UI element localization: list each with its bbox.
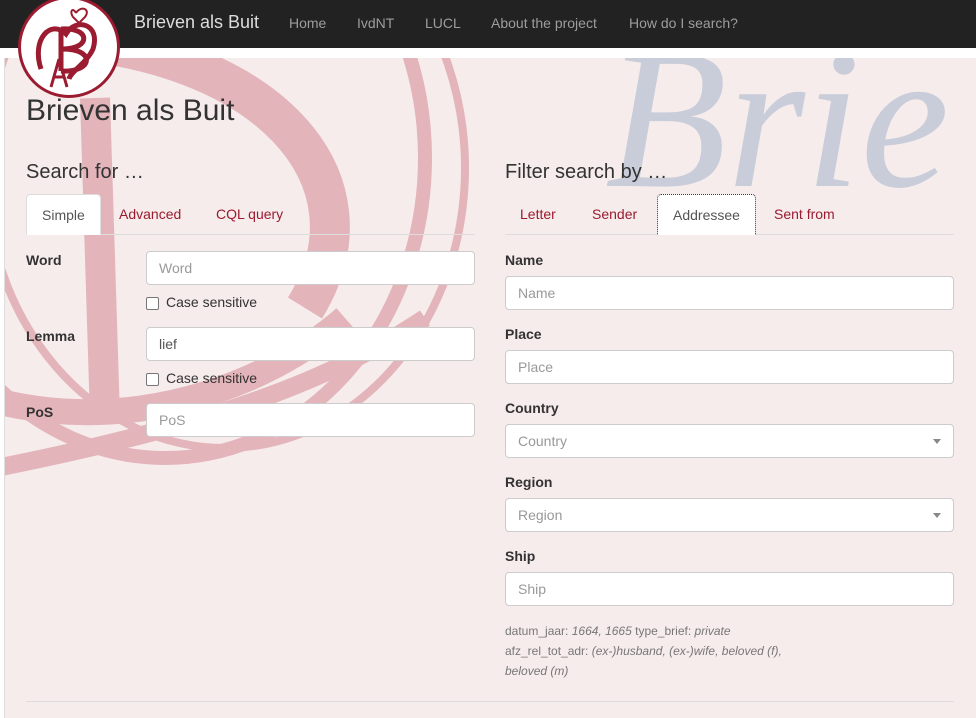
active-filter-summary: datum_jaar: 1664, 1665 type_brief: priva…: [505, 621, 805, 681]
word-case-label: Case sensitive: [166, 294, 258, 310]
country-label: Country: [505, 400, 559, 416]
logo-monogram-icon: [35, 7, 98, 88]
region-label: Region: [505, 474, 553, 490]
nav-lucl[interactable]: LUCL: [425, 15, 461, 31]
filter-heading: Filter search by …: [505, 161, 668, 183]
word-input[interactable]: [146, 251, 475, 285]
top-navbar: Brieven als Buit Home IvdNT LUCL About t…: [0, 0, 976, 48]
nav-ivdnt[interactable]: IvdNT: [357, 15, 394, 31]
place-input[interactable]: [505, 350, 954, 384]
page-title: Brieven als Buit: [26, 94, 235, 127]
checkbox-box[interactable]: [146, 372, 159, 386]
region-select[interactable]: Region: [505, 498, 954, 532]
summary-key-year: datum_jaar:: [505, 624, 569, 638]
region-placeholder: Region: [518, 507, 563, 523]
search-heading: Search for …: [26, 161, 144, 183]
pos-input[interactable]: [146, 403, 475, 437]
brand-link[interactable]: Brieven als Buit: [134, 12, 259, 33]
tab-letter[interactable]: Letter: [505, 194, 571, 235]
tab-advanced[interactable]: Advanced: [104, 194, 196, 235]
tab-simple[interactable]: Simple: [26, 194, 101, 235]
word-label: Word: [26, 252, 62, 268]
lemma-case-label: Case sensitive: [166, 370, 258, 386]
tab-sender[interactable]: Sender: [577, 194, 652, 235]
pos-label: PoS: [26, 404, 54, 420]
name-label: Name: [505, 252, 544, 268]
page-panel: Brie Brieven als Buit Search for … Simpl…: [4, 58, 976, 718]
search-tabs: Simple Advanced CQL query: [26, 194, 475, 235]
country-select[interactable]: Country: [505, 424, 954, 458]
lemma-input[interactable]: [146, 327, 475, 361]
summary-key-type: type_brief:: [635, 624, 692, 638]
chevron-down-icon: [933, 439, 941, 444]
tab-addressee[interactable]: Addressee: [657, 194, 756, 235]
nav-about[interactable]: About the project: [491, 15, 597, 31]
checkbox-box[interactable]: [146, 296, 159, 310]
nav-how-to-search[interactable]: How do I search?: [629, 15, 738, 31]
place-label: Place: [505, 326, 542, 342]
word-case-checkbox[interactable]: Case sensitive: [146, 294, 257, 310]
summary-value-year: 1664, 1665: [571, 624, 632, 638]
summary-key-relation: afz_rel_tot_adr:: [505, 644, 589, 658]
summary-value-type: private: [694, 624, 731, 638]
tab-cql-query[interactable]: CQL query: [201, 194, 298, 235]
tab-sent-from[interactable]: Sent from: [759, 194, 850, 235]
summary-value-relation-cont: beloved (m): [505, 664, 569, 678]
country-placeholder: Country: [518, 433, 568, 449]
divider: [26, 701, 954, 702]
summary-value-relation: (ex-)husband, (ex-)wife, beloved (f),: [591, 644, 782, 658]
name-input[interactable]: [505, 276, 954, 310]
nav-home[interactable]: Home: [289, 15, 326, 31]
logo[interactable]: [18, 0, 120, 98]
lemma-case-checkbox[interactable]: Case sensitive: [146, 370, 257, 386]
ship-input[interactable]: [505, 572, 954, 606]
ship-label: Ship: [505, 548, 536, 564]
chevron-down-icon: [933, 513, 941, 518]
filter-tabs: Letter Sender Addressee Sent from: [505, 194, 954, 235]
lemma-label: Lemma: [26, 328, 76, 344]
